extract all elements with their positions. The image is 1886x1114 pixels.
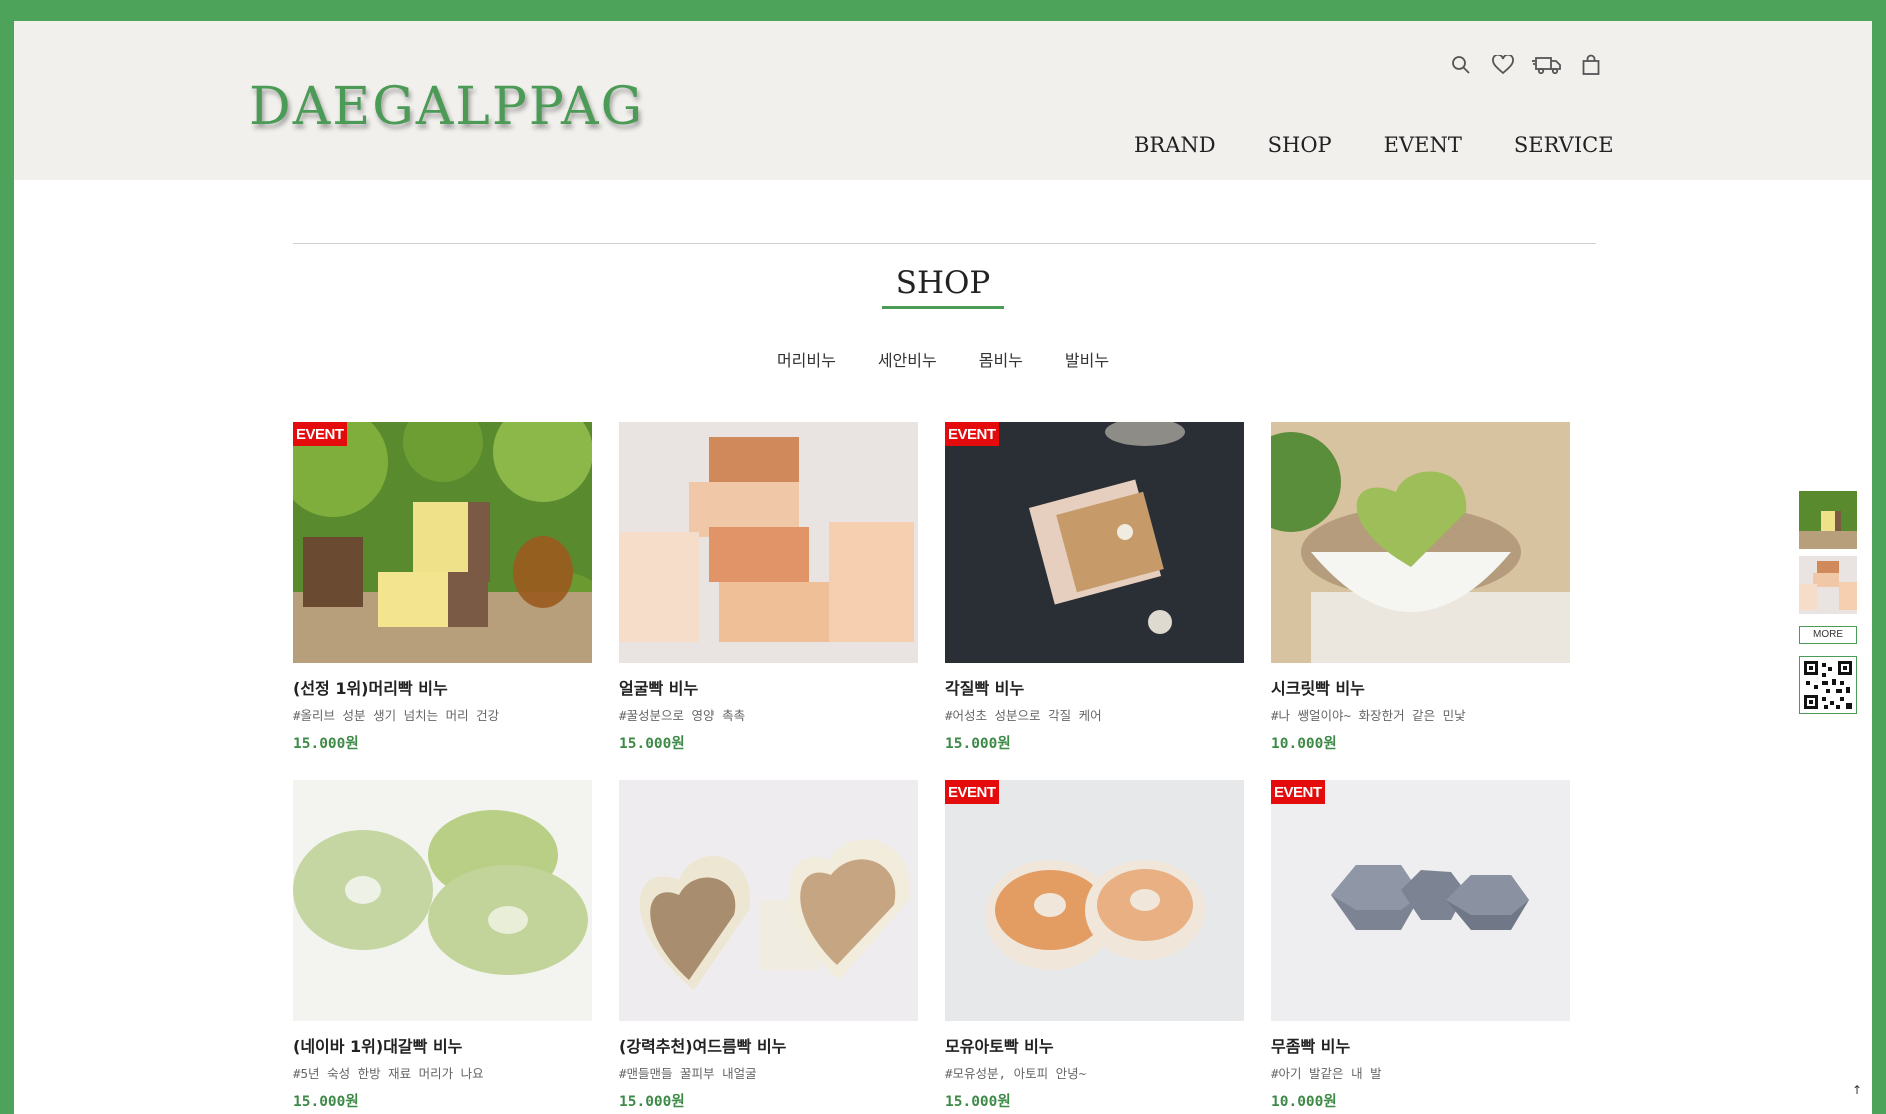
nav-shop[interactable]: SHOP xyxy=(1268,133,1332,157)
product-card[interactable]: (네이바 1위)대갈빡 비누 #5년 숙성 한방 재료 머리가 나요 15.00… xyxy=(293,780,592,1114)
more-button[interactable]: MORE xyxy=(1799,626,1857,644)
product-card[interactable]: (강력추천)여드름빡 비누 #맨들맨들 꿀피부 내얼굴 15.000원 xyxy=(619,780,918,1114)
product-name[interactable]: 모유아토빡 비누 xyxy=(945,1033,1244,1057)
qr-code[interactable] xyxy=(1799,656,1857,714)
product-price: 10.000원 xyxy=(1271,1094,1337,1110)
heart-icon[interactable] xyxy=(1490,52,1516,78)
site-header: DAEGALPPAG BRAND SHOP EVENT SERVICE xyxy=(14,21,1872,180)
product-description: #5년 숙성 한방 재료 머리가 나요 xyxy=(293,1066,484,1081)
product-price: 10.000원 xyxy=(1271,736,1337,752)
product-price: 15.000원 xyxy=(619,736,685,752)
product-price: 15.000원 xyxy=(293,736,359,752)
product-name[interactable]: 얼굴빡 비누 xyxy=(619,675,918,699)
product-image[interactable]: EVENT xyxy=(945,780,1244,1021)
quick-menu: MORE xyxy=(1799,491,1857,714)
product-price: 15.000원 xyxy=(945,1094,1011,1110)
main-nav: BRAND SHOP EVENT SERVICE xyxy=(1134,133,1614,157)
product-image[interactable] xyxy=(619,422,918,663)
product-card[interactable]: 얼굴빡 비누 #꿀성분으로 영양 촉촉 15.000원 xyxy=(619,422,918,780)
event-badge: EVENT xyxy=(1271,780,1325,804)
product-image[interactable]: EVENT xyxy=(945,422,1244,663)
product-card[interactable]: 시크릿빡 비누 #나 쌩얼이야~ 화장한거 같은 민낯 10.000원 xyxy=(1271,422,1570,780)
utility-icons xyxy=(1448,52,1604,78)
product-description: #올리브 성분 생기 넘치는 머리 건강 xyxy=(293,708,500,723)
product-name[interactable]: (네이바 1위)대갈빡 비누 xyxy=(293,1033,592,1057)
product-card[interactable]: EVENT 무좀빡 비누 #아기 발같은 내 발 10.000원 xyxy=(1271,780,1570,1114)
product-price: 15.000원 xyxy=(293,1094,359,1110)
product-card[interactable]: EVENT (선정 1위)머리빡 비누 #올리브 성분 생기 넘치는 머리 건강… xyxy=(293,422,592,780)
event-badge: EVENT xyxy=(293,422,347,446)
scroll-top-button[interactable]: ↑ xyxy=(1852,1083,1862,1097)
category-tabs: 머리비누 세안비누 몸비누 발비누 xyxy=(14,347,1872,371)
product-name[interactable]: 무좀빡 비누 xyxy=(1271,1033,1570,1057)
nav-event[interactable]: EVENT xyxy=(1384,133,1462,157)
delivery-truck-icon[interactable] xyxy=(1532,52,1562,78)
nav-service[interactable]: SERVICE xyxy=(1514,133,1614,157)
event-badge: EVENT xyxy=(945,422,999,446)
recent-product-thumb[interactable] xyxy=(1799,491,1857,549)
product-description: #어성초 성분으로 각질 케어 xyxy=(945,708,1102,723)
product-image[interactable] xyxy=(619,780,918,1021)
product-card[interactable]: EVENT 모유아토빡 비누 #모유성분, 아토피 안녕~ 15.000원 xyxy=(945,780,1244,1114)
category-tab-hair[interactable]: 머리비누 xyxy=(777,347,836,371)
section-title: SHOP xyxy=(881,265,1005,310)
search-icon[interactable] xyxy=(1448,52,1474,78)
product-card[interactable]: EVENT 각질빡 비누 #어성초 성분으로 각질 케어 15.000원 xyxy=(945,422,1244,780)
product-image[interactable] xyxy=(293,780,592,1021)
page-frame: DAEGALPPAG BRAND SHOP EVENT SERVICE SHOP xyxy=(14,21,1872,1114)
product-description: #나 쌩얼이야~ 화장한거 같은 민낯 xyxy=(1271,708,1466,723)
product-name[interactable]: (선정 1위)머리빡 비누 xyxy=(293,675,592,699)
product-description: #꿀성분으로 영양 촉촉 xyxy=(619,708,746,723)
recent-product-thumb[interactable] xyxy=(1799,556,1857,614)
nav-brand[interactable]: BRAND xyxy=(1134,133,1216,157)
section-title-wrap: SHOP xyxy=(14,265,1872,310)
product-grid: EVENT (선정 1위)머리빡 비누 #올리브 성분 생기 넘치는 머리 건강… xyxy=(293,422,1570,1114)
category-tab-body[interactable]: 몸비누 xyxy=(979,347,1023,371)
product-name[interactable]: 시크릿빡 비누 xyxy=(1271,675,1570,699)
shopping-bag-icon[interactable] xyxy=(1578,52,1604,78)
product-description: #모유성분, 아토피 안녕~ xyxy=(945,1066,1087,1081)
product-description: #맨들맨들 꿀피부 내얼굴 xyxy=(619,1066,757,1081)
product-name[interactable]: 각질빡 비누 xyxy=(945,675,1244,699)
product-image[interactable]: EVENT xyxy=(1271,780,1570,1021)
section-divider xyxy=(293,243,1596,244)
site-logo[interactable]: DAEGALPPAG xyxy=(249,81,644,133)
category-tab-foot[interactable]: 발비누 xyxy=(1065,347,1109,371)
product-image[interactable] xyxy=(1271,422,1570,663)
category-tab-face[interactable]: 세안비누 xyxy=(878,347,937,371)
product-name[interactable]: (강력추천)여드름빡 비누 xyxy=(619,1033,918,1057)
product-price: 15.000원 xyxy=(619,1094,685,1110)
product-price: 15.000원 xyxy=(945,736,1011,752)
event-badge: EVENT xyxy=(945,780,999,804)
product-description: #아기 발같은 내 발 xyxy=(1271,1066,1382,1081)
product-image[interactable]: EVENT xyxy=(293,422,592,663)
